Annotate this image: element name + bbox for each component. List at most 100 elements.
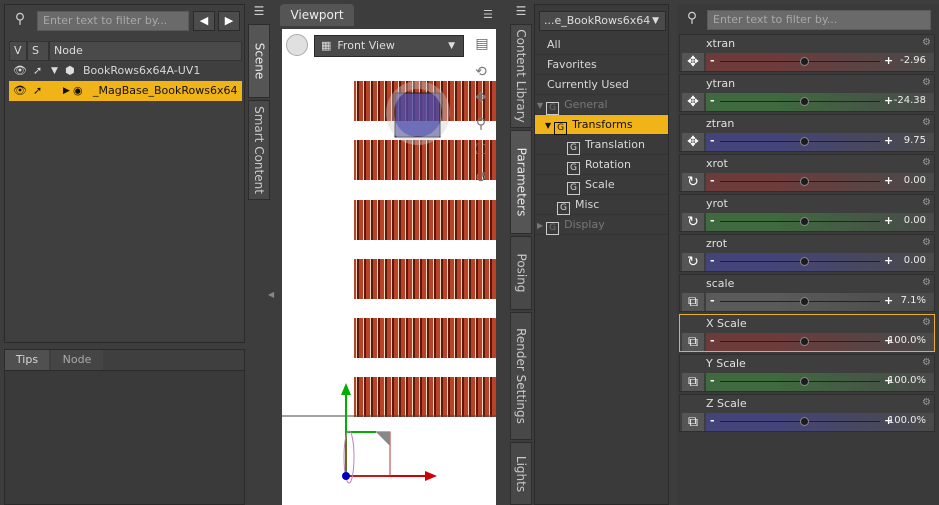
gear-icon[interactable]: ⚙ (922, 77, 931, 88)
tree-item-all[interactable]: All (535, 35, 668, 55)
increment-button[interactable]: + (884, 134, 893, 147)
param-zrot[interactable]: zrot ⚙ ↻ - +0.00 (679, 234, 935, 272)
tab-render-settings[interactable]: Render Settings (510, 312, 532, 440)
decrement-button[interactable]: - (710, 254, 715, 267)
slider-knob[interactable] (800, 297, 809, 306)
param-ztran[interactable]: ztran ⚙ ✥ - +9.75 (679, 114, 935, 152)
select-arrow-icon[interactable]: ➚ (33, 81, 42, 101)
gear-icon[interactable]: ⚙ (922, 37, 931, 48)
tree-item-misc[interactable]: G Misc (535, 195, 668, 215)
gear-icon[interactable]: ⚙ (922, 157, 931, 168)
gear-icon[interactable]: ⚙ (922, 277, 931, 288)
tab-lights[interactable]: Lights (510, 442, 532, 505)
gear-icon[interactable]: ⚙ (922, 317, 931, 328)
viewport-menu-icon[interactable]: ▤ (472, 36, 492, 56)
node-select[interactable]: ...e_BookRows6x64 ▼ (539, 11, 666, 31)
slider-knob[interactable] (800, 57, 809, 66)
tab-viewport[interactable]: Viewport (280, 4, 354, 26)
gear-icon[interactable]: ⚙ (922, 237, 931, 248)
tab-scene[interactable]: Scene (248, 24, 270, 98)
tree-item-favorites[interactable]: Favorites (535, 55, 668, 75)
gear-icon[interactable]: ⚙ (922, 117, 931, 128)
decrement-button[interactable]: - (710, 174, 715, 187)
rotate-icon[interactable]: ↻ (682, 253, 704, 271)
tree-item-currently-used[interactable]: Currently Used (535, 75, 668, 95)
zoom-icon[interactable]: ⚲ (470, 116, 492, 136)
decrement-button[interactable]: - (710, 294, 715, 307)
decrement-button[interactable]: - (710, 94, 715, 107)
param-value[interactable]: 100.0% (888, 335, 926, 346)
tab-tips[interactable]: Tips (5, 350, 49, 370)
param-xtran[interactable]: xtran ⚙ ✥ - + -2.96 (679, 34, 935, 72)
tree-item-rotation[interactable]: G Rotation (535, 155, 668, 175)
view-select[interactable]: ▦ Front View ▼ (314, 35, 464, 57)
menu-icon[interactable]: ☰ (250, 4, 268, 22)
param-slider-track[interactable] (706, 173, 934, 191)
eye-icon[interactable]: 👁 (13, 81, 27, 101)
gear-icon[interactable]: ⚙ (922, 197, 931, 208)
collapse-arrow-icon[interactable]: ◀ (268, 290, 274, 314)
tree-item-translation[interactable]: G Translation (535, 135, 668, 155)
decrement-button[interactable]: - (710, 54, 715, 67)
reset-view-icon[interactable]: ↺ (470, 170, 492, 190)
slider-knob[interactable] (800, 177, 809, 186)
param-value[interactable]: 100.0% (888, 375, 926, 386)
decrement-button[interactable]: - (710, 414, 715, 427)
decrement-button[interactable]: - (710, 374, 715, 387)
tab-node[interactable]: Node (51, 350, 103, 370)
scale-icon[interactable]: ⧉ (682, 413, 704, 431)
slider-knob[interactable] (800, 97, 809, 106)
param-value[interactable]: 7.1% (901, 295, 926, 306)
tree-item-transforms[interactable]: ▼ G Transforms (535, 115, 668, 135)
param-value[interactable]: -2.96 (900, 55, 926, 66)
param-slider-track[interactable] (706, 253, 934, 271)
slider-knob[interactable] (800, 137, 809, 146)
increment-button[interactable]: + (884, 94, 893, 107)
tree-item-scale[interactable]: G Scale (535, 175, 668, 195)
rotate-icon[interactable]: ↻ (682, 213, 704, 231)
scale-icon[interactable]: ⧉ (682, 373, 704, 391)
tree-item-general[interactable]: ▼ G General (535, 95, 668, 115)
param-slider-track[interactable] (706, 133, 934, 151)
param-value[interactable]: 0.00 (904, 215, 926, 226)
orbit-icon[interactable]: ⟲ (470, 64, 492, 84)
expand-arrow-icon[interactable]: ▼ (51, 61, 58, 81)
shading-sphere-icon[interactable] (286, 34, 308, 56)
scale-icon[interactable]: ⧉ (682, 333, 704, 351)
tab-smart-content[interactable]: Smart Content (248, 100, 270, 200)
slider-knob[interactable] (800, 217, 809, 226)
slider-knob[interactable] (800, 257, 809, 266)
param-value[interactable]: 100.0% (888, 415, 926, 426)
increment-button[interactable]: + (884, 254, 893, 267)
param-z-scale[interactable]: Z Scale ⚙ ⧉ - +100.0% (679, 394, 935, 432)
increment-button[interactable]: + (884, 294, 893, 307)
eye-icon[interactable]: 👁 (13, 61, 27, 81)
increment-button[interactable]: + (884, 174, 893, 187)
rotate-icon[interactable]: ↻ (682, 173, 704, 191)
col-s-header[interactable]: S (27, 41, 49, 61)
tab-posing[interactable]: Posing (510, 236, 532, 310)
scale-icon[interactable]: ⧉ (682, 293, 704, 311)
param-scale[interactable]: scale ⚙ ⧉ - +7.1% (679, 274, 935, 312)
frame-icon[interactable]: ⛶ (470, 142, 492, 162)
param-value[interactable]: 0.00 (904, 175, 926, 186)
pan-icon[interactable]: ✥ (470, 90, 492, 110)
param-value[interactable]: -24.38 (894, 95, 926, 106)
gear-icon[interactable]: ⚙ (922, 397, 931, 408)
move-icon[interactable]: ✥ (682, 53, 704, 71)
scene-row-magbase[interactable]: 👁 ➚ ▶ ◉ _MagBase_BookRows6x64 (9, 81, 242, 101)
move-icon[interactable]: ✥ (682, 133, 704, 151)
param-value[interactable]: 0.00 (904, 255, 926, 266)
col-node-header[interactable]: Node (49, 41, 242, 61)
tab-parameters[interactable]: Parameters (510, 130, 532, 234)
param-filter-input[interactable]: Enter text to filter by... (707, 10, 931, 30)
increment-button[interactable]: + (884, 214, 893, 227)
select-arrow-icon[interactable]: ➚ (33, 61, 42, 81)
param-ytran[interactable]: ytran ⚙ ✥ - + -24.38 (679, 74, 935, 112)
col-v-header[interactable]: V (9, 41, 27, 61)
forward-button[interactable]: ▶ (218, 11, 240, 31)
param-slider-track[interactable] (706, 213, 934, 231)
menu-icon[interactable]: ☰ (483, 8, 493, 21)
scene-filter-input[interactable]: Enter text to filter by... (37, 11, 189, 31)
slider-knob[interactable] (800, 417, 809, 426)
